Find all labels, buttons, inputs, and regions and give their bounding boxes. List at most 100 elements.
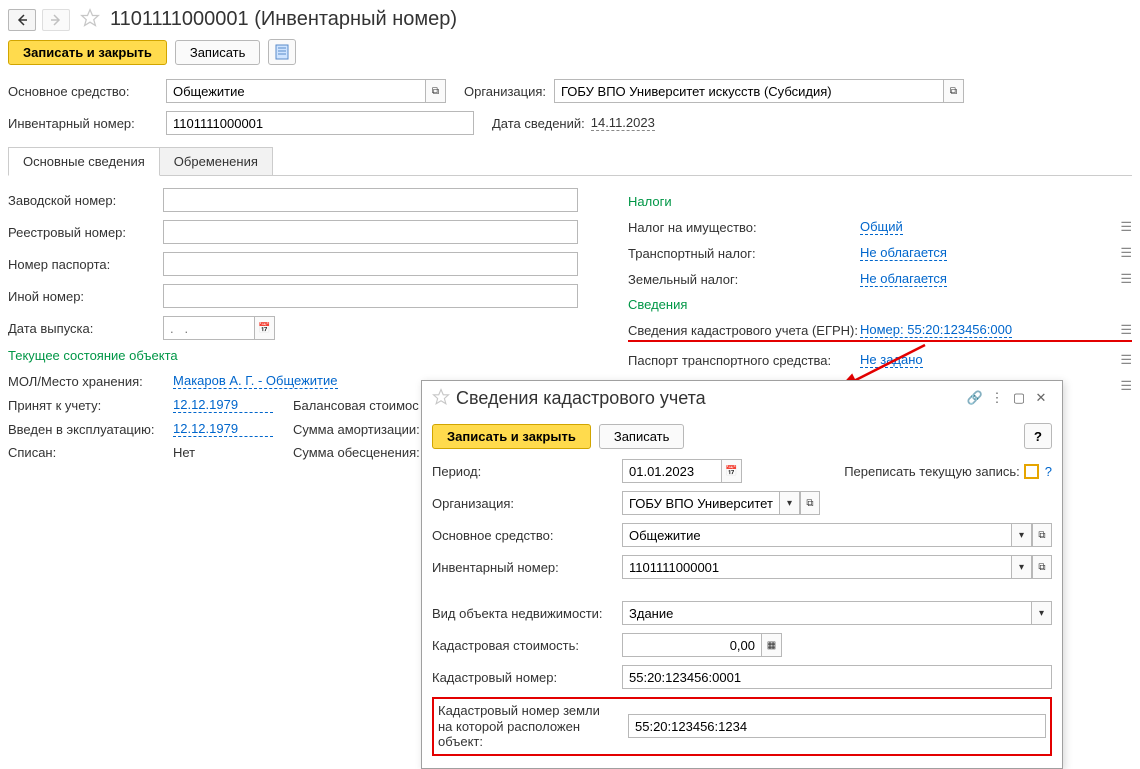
org-input[interactable] [554, 79, 944, 103]
dlg-inv-input[interactable] [622, 555, 1012, 579]
save-button[interactable]: Записать [175, 40, 261, 65]
save-close-button[interactable]: Записать и закрыть [8, 40, 167, 65]
chevron-down-icon: ▾ [1019, 530, 1024, 541]
pts-link[interactable]: Не задано [860, 352, 923, 368]
favorite-star-icon[interactable] [432, 388, 450, 409]
help-hint-icon[interactable]: ? [1045, 464, 1052, 479]
list-icon[interactable]: ☰ [1108, 378, 1132, 394]
list-icon[interactable]: ☰ [1108, 322, 1132, 338]
dlg-inv-dropdown[interactable]: ▾ [1012, 555, 1032, 579]
dlg-cadno-input[interactable] [622, 665, 1052, 689]
calculator-icon: ▦ [767, 640, 776, 651]
favorite-star-icon[interactable] [80, 8, 100, 31]
dlg-org-dropdown[interactable]: ▾ [780, 491, 800, 515]
asset-open-button[interactable]: ⧉ [426, 79, 446, 103]
passport-no-label: Номер паспорта: [8, 257, 163, 272]
dlg-inv-label: Инвентарный номер: [432, 560, 622, 575]
dlg-period-picker[interactable]: 📅 [722, 459, 742, 483]
dlg-objtype-dropdown[interactable]: ▾ [1032, 601, 1052, 625]
release-date-picker[interactable]: 📅 [255, 316, 275, 340]
land-tax-label: Земельный налог: [628, 272, 860, 287]
list-icon[interactable]: ☰ [1108, 219, 1132, 235]
dlg-overwrite-label: Переписать текущую запись: [844, 464, 1020, 479]
top-nav: 1101111000001 (Инвентарный номер) [8, 8, 1132, 31]
open-icon: ⧉ [806, 498, 813, 509]
report-button[interactable] [268, 39, 296, 65]
property-tax-link[interactable]: Общий [860, 219, 903, 235]
maximize-icon[interactable]: ▢ [1008, 387, 1030, 409]
cadastre-link[interactable]: Номер: 55:20:123456:000 [860, 322, 1012, 338]
dlg-save-button[interactable]: Записать [599, 424, 685, 449]
other-no-input[interactable] [163, 284, 578, 308]
release-date-input[interactable] [163, 316, 255, 340]
amort-label: Сумма амортизации: [293, 422, 420, 437]
dlg-period-input[interactable] [622, 459, 722, 483]
dlg-cadcost-input[interactable] [622, 633, 762, 657]
asset-input[interactable] [166, 79, 426, 103]
dlg-overwrite-checkbox[interactable] [1024, 464, 1039, 479]
forward-button[interactable] [42, 9, 70, 31]
chevron-down-icon: ▾ [787, 498, 792, 509]
close-icon[interactable]: ✕ [1030, 387, 1052, 409]
list-icon[interactable]: ☰ [1108, 352, 1132, 368]
mol-link[interactable]: Макаров А. Г. - Общежитие [173, 373, 338, 389]
commissioned-link[interactable]: 12.12.1979 [173, 421, 273, 437]
dlg-period-label: Период: [432, 464, 622, 479]
link-icon[interactable]: 🔗 [964, 387, 986, 409]
highlighted-row: Кадастровый номер землина которой распол… [432, 697, 1052, 756]
org-label: Организация: [464, 84, 554, 99]
factory-no-input[interactable] [163, 188, 578, 212]
impair-label: Сумма обесценения: [293, 445, 420, 460]
dialog-title: Сведения кадастрового учета [456, 388, 964, 409]
dlg-asset-open[interactable]: ⧉ [1032, 523, 1052, 547]
chevron-down-icon: ▾ [1039, 608, 1044, 619]
registry-no-input[interactable] [163, 220, 578, 244]
dlg-inv-open[interactable]: ⧉ [1032, 555, 1052, 579]
pts-label: Паспорт транспортного средства: [628, 353, 860, 368]
date-label: Дата сведений: [492, 116, 585, 131]
row-inv: Инвентарный номер: Дата сведений: 14.11.… [8, 111, 1132, 135]
dlg-landno-label: Кадастровый номер землина которой распол… [438, 703, 628, 750]
chevron-down-icon: ▾ [1019, 562, 1024, 573]
back-button[interactable] [8, 9, 36, 31]
inv-label: Инвентарный номер: [8, 116, 166, 131]
mol-label: МОЛ/Место хранения: [8, 374, 173, 389]
registry-no-label: Реестровый номер: [8, 225, 163, 240]
dlg-objtype-label: Вид объекта недвижимости: [432, 606, 622, 621]
dlg-org-input[interactable] [622, 491, 780, 515]
commissioned-label: Введен в эксплуатацию: [8, 422, 173, 437]
more-icon[interactable]: ⋮ [986, 387, 1008, 409]
section-taxes: Налоги [628, 194, 1132, 209]
open-icon: ⧉ [1038, 562, 1045, 573]
dlg-org-label: Организация: [432, 496, 622, 511]
open-icon: ⧉ [950, 86, 957, 97]
transport-tax-link[interactable]: Не облагается [860, 245, 947, 261]
list-icon[interactable]: ☰ [1108, 245, 1132, 261]
accepted-link[interactable]: 12.12.1979 [173, 397, 273, 413]
dlg-objtype-input[interactable] [622, 601, 1032, 625]
written-off-label: Списан: [8, 445, 173, 460]
page-title: 1101111000001 (Инвентарный номер) [110, 8, 457, 31]
dialog-header: Сведения кадастрового учета 🔗 ⋮ ▢ ✕ [422, 381, 1062, 415]
dlg-asset-input[interactable] [622, 523, 1012, 547]
calendar-icon: 📅 [725, 466, 737, 477]
dialog-toolbar: Записать и закрыть Записать ? [432, 423, 1052, 449]
tabs: Основные сведения Обременения [8, 147, 1132, 176]
dlg-org-open[interactable]: ⧉ [800, 491, 820, 515]
inv-input[interactable] [166, 111, 474, 135]
dlg-save-close-button[interactable]: Записать и закрыть [432, 424, 591, 449]
passport-no-input[interactable] [163, 252, 578, 276]
tab-main-info[interactable]: Основные сведения [8, 147, 160, 176]
row-asset: Основное средство: ⧉ Организация: ⧉ [8, 79, 1132, 103]
dlg-cadcost-calc[interactable]: ▦ [762, 633, 782, 657]
dlg-asset-dropdown[interactable]: ▾ [1012, 523, 1032, 547]
land-tax-link[interactable]: Не облагается [860, 271, 947, 287]
tab-encumbrances[interactable]: Обременения [159, 147, 273, 175]
list-icon[interactable]: ☰ [1108, 271, 1132, 287]
help-button[interactable]: ? [1024, 423, 1052, 449]
org-open-button[interactable]: ⧉ [944, 79, 964, 103]
date-value[interactable]: 14.11.2023 [591, 115, 655, 131]
transport-tax-label: Транспортный налог: [628, 246, 860, 261]
release-date-label: Дата выпуска: [8, 321, 163, 336]
other-no-label: Иной номер: [8, 289, 163, 304]
